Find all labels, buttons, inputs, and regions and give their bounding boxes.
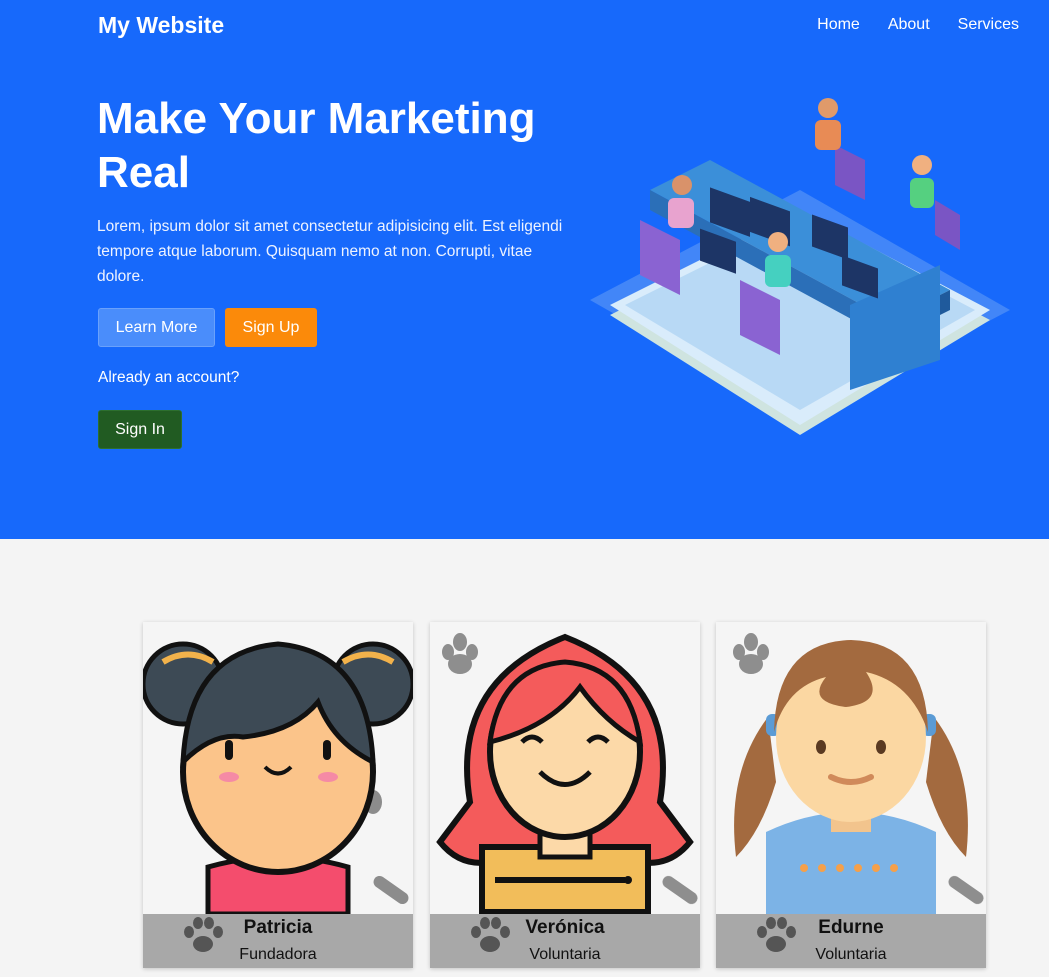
hero-title: Make Your Marketing Real (97, 94, 536, 197)
team-member-name: Patricia (243, 917, 313, 938)
team-section: Patricia Fundadora Verónica Voluntaria E… (0, 539, 1049, 977)
hero-lead-text: Lorem, ipsum dolor sit amet consectetur … (97, 218, 563, 285)
team-card[interactable]: Verónica Voluntaria (430, 622, 700, 968)
team-member-role: Voluntaria (815, 946, 887, 963)
nav-about-link[interactable]: About (888, 16, 930, 34)
team-member-role: Fundadora (239, 946, 317, 963)
team-card-caption: Patricia Fundadora (143, 914, 413, 968)
patricia-avatar (143, 622, 413, 914)
sign-up-button[interactable]: Sign Up (225, 308, 317, 347)
call-center-illustration (590, 98, 1010, 435)
already-account-text: Already an account? (98, 369, 240, 386)
edurne-avatar (716, 622, 986, 914)
nav-services-link[interactable]: Services (958, 16, 1019, 34)
team-card[interactable]: Edurne Voluntaria (716, 622, 986, 968)
team-member-name: Edurne (818, 917, 884, 938)
team-card-caption: Verónica Voluntaria (430, 914, 700, 968)
veronica-avatar (430, 622, 700, 914)
main-nav: Home About Services (817, 16, 1019, 34)
learn-more-button[interactable]: Learn More (98, 308, 215, 347)
site-brand[interactable]: My Website (98, 12, 224, 39)
team-card-caption: Edurne Voluntaria (716, 914, 986, 968)
sign-in-button[interactable]: Sign In (98, 410, 182, 449)
team-member-name: Verónica (525, 917, 605, 938)
nav-home-link[interactable]: Home (817, 16, 860, 34)
hero-section: My Website Home About Services Make Your… (0, 0, 1049, 539)
team-member-role: Voluntaria (529, 946, 601, 963)
team-card[interactable]: Patricia Fundadora (143, 622, 413, 968)
